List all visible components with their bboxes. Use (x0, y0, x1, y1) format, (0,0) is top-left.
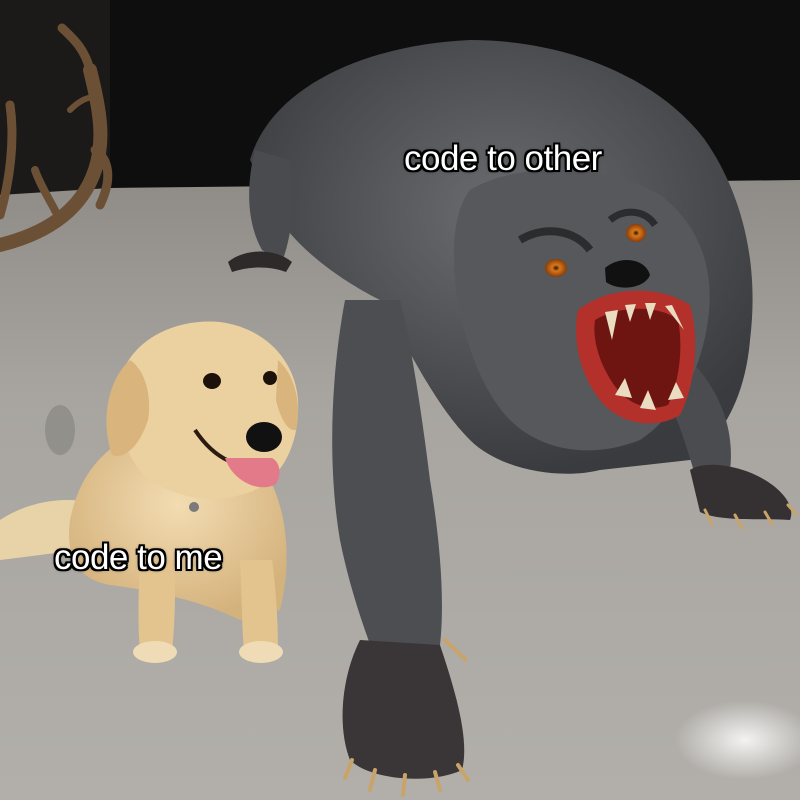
bottom-caption: code to me (54, 538, 223, 577)
meme-image: code to other code to me (0, 0, 800, 800)
dog-eye-right (263, 371, 277, 385)
top-caption: code to other (404, 139, 602, 178)
werewolf-eye-right (626, 224, 646, 242)
meme-photo (0, 0, 800, 800)
werewolf-eye-left (545, 259, 567, 277)
dog-eye-left (203, 373, 221, 389)
